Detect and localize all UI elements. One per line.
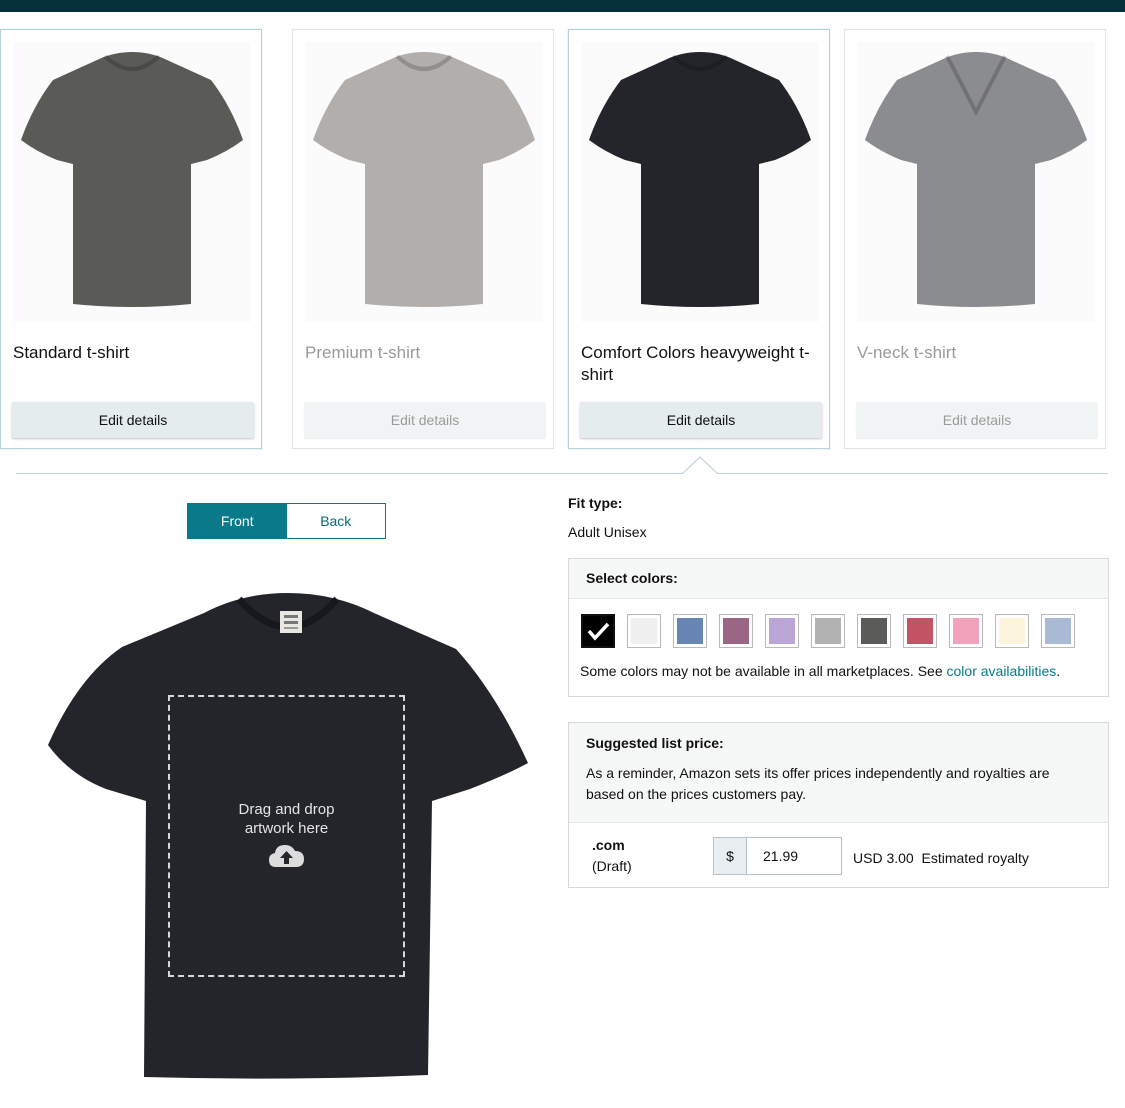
estimated-royalty: USD 3.00 Estimated royalty [853,850,1029,866]
product-title: Standard t-shirt [13,343,130,362]
swatch-fill [815,618,841,644]
suggested-price-title: Suggested list price: [586,735,724,751]
fit-type-label: Fit type: [568,495,623,511]
shirt-body [865,52,1087,307]
swatch-fill [769,618,795,644]
color-swatch[interactable] [627,614,661,648]
drop-text-line1: Drag and drop [238,801,335,818]
panel-header: Select colors: [569,559,1108,599]
suggested-price-panel: Suggested list price: As a reminder, Ama… [568,722,1109,888]
edit-details-button[interactable]: Edit details [304,402,546,438]
color-swatch[interactable] [811,614,845,648]
swatch-fill [723,618,749,644]
color-swatch[interactable] [719,614,753,648]
fit-type-value: Adult Unisex [568,524,647,540]
color-availability-note: Some colors may not be available in all … [580,663,1060,679]
product-title: V-neck t-shirt [857,343,957,362]
checkmark-icon [587,622,610,641]
product-card-premium[interactable]: Premium t-shirt Edit details [292,29,554,449]
product-title: Comfort Colors heavyweight t-shirt [581,343,810,384]
marketplace-status: (Draft) [592,858,632,874]
swatch-fill [861,618,887,644]
product-image [305,42,543,322]
royalty-amount: USD 3.00 [853,850,914,866]
product-image [13,42,251,322]
product-title: Premium t-shirt [305,343,421,362]
color-swatch[interactable] [995,614,1029,648]
tshirt-icon [313,52,535,307]
cloud-upload-icon[interactable] [268,842,305,868]
swatch-fill [999,618,1025,644]
top-navigation-bar [0,0,1125,12]
edit-details-button[interactable]: Edit details [580,402,822,438]
color-swatch[interactable] [581,614,615,648]
tab-front[interactable]: Front [188,504,287,538]
swatch-fill [583,616,613,646]
swatch-fill [677,618,703,644]
swatch-fill [953,618,979,644]
edit-details-button[interactable]: Edit details [12,402,254,438]
tshirt-icon [21,52,243,307]
tshirt-icon [589,52,811,307]
swatch-fill [631,618,657,644]
panel-header: Suggested list price: As a reminder, Ama… [569,723,1108,823]
color-availabilities-link[interactable]: color availabilities [947,663,1057,679]
swatch-fill [1045,618,1071,644]
swatch-fill [907,618,933,644]
availability-text-end: . [1056,663,1061,679]
royalty-label: Estimated royalty [921,850,1029,866]
shirt-body [21,52,243,307]
color-swatch[interactable] [673,614,707,648]
tshirt-icon [865,52,1087,307]
section-divider [16,473,1108,474]
product-card-standard[interactable]: Standard t-shirt Edit details [0,29,262,449]
product-image [857,42,1095,322]
availability-text: Some colors may not be available in all … [580,663,947,679]
tab-back[interactable]: Back [286,504,385,538]
product-card-v-neck[interactable]: V-neck t-shirt Edit details [844,29,1106,449]
front-back-toggle: Front Back [187,503,386,539]
select-colors-panel: Select colors: Some colors may not be av… [568,558,1109,697]
drop-text-line2: artwork here [244,820,329,837]
currency-symbol: $ [713,837,747,875]
edit-details-button[interactable]: Edit details [856,402,1098,438]
drop-instructions: Drag and drop artwork here [168,800,405,838]
list-price-input[interactable] [746,837,842,875]
color-swatch[interactable] [857,614,891,648]
marketplace-name: .com [592,837,625,853]
color-swatch[interactable] [949,614,983,648]
color-swatch[interactable] [903,614,937,648]
shirt-body [313,52,535,307]
color-swatch[interactable] [765,614,799,648]
color-swatch[interactable] [1041,614,1075,648]
shirt-body [589,52,811,307]
product-card-comfort-colors[interactable]: Comfort Colors heavyweight t-shirt Edit … [568,29,830,449]
selected-product-pointer [682,456,718,475]
price-reminder-text: As a reminder, Amazon sets its offer pri… [586,765,1050,802]
select-colors-title: Select colors: [586,570,678,586]
product-image [581,42,819,322]
